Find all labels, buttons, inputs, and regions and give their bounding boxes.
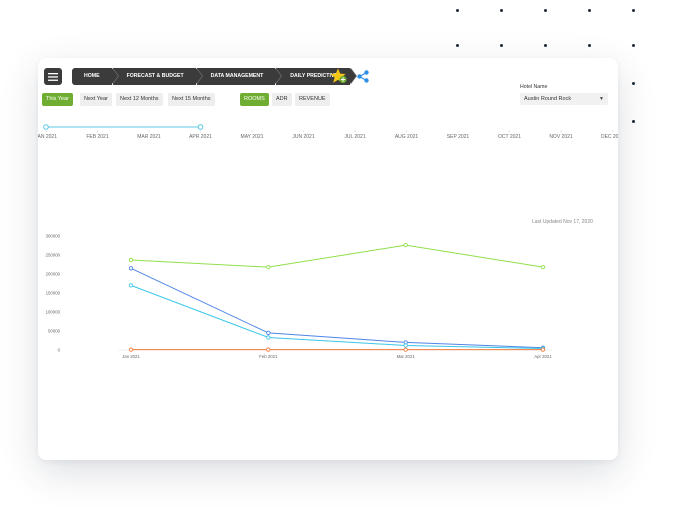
y-tick-label: 250000 (46, 253, 61, 258)
timeline-month-label: MAY 2021 (241, 134, 264, 140)
timeline-month-label: SEP 2021 (447, 134, 470, 140)
dot (456, 44, 459, 47)
dot (544, 44, 547, 47)
series-point-3 (540, 347, 546, 352)
menu-button[interactable] (44, 68, 62, 85)
last-updated-text: Last Updated Nov 17, 2020 (532, 219, 593, 225)
series-line-2 (130, 284, 544, 349)
metric-rooms[interactable]: ROOMS (240, 93, 269, 106)
y-tick-label: 100000 (46, 310, 61, 315)
filter-next-year[interactable]: Next Year (80, 93, 112, 106)
timeline-month-label: APR 2021 (189, 134, 212, 140)
breadcrumb-forecast-budget[interactable]: FORECAST & BUDGET (112, 68, 203, 85)
x-tick-label: Feb 2021 (259, 354, 278, 359)
metric-adr[interactable]: ADR (272, 93, 292, 106)
timeline-range-handle[interactable] (197, 124, 204, 130)
hotel-name-label: Hotel Name (520, 84, 548, 90)
x-tick-label: Apr 2021 (534, 354, 552, 359)
series-point-3 (266, 347, 271, 352)
timeline-month-label: OCT 2021 (498, 134, 521, 140)
timeline-month-label: JAN 2021 (38, 134, 57, 140)
y-tick-label: 0 (58, 348, 61, 353)
timeline-month-label: FEB 2021 (86, 134, 108, 140)
y-tick-label: 50000 (48, 329, 61, 334)
series-point-2 (403, 343, 408, 348)
timeline-range-handle[interactable] (43, 124, 49, 130)
timeline-month-label: NOV 2021 (549, 134, 573, 140)
dot (632, 9, 635, 12)
filter-this-year[interactable]: This Year (42, 93, 73, 106)
dot (456, 9, 459, 12)
x-tick-label: Jan 2021 (122, 354, 140, 359)
series-point-1 (266, 330, 271, 336)
breadcrumb: HOME FORECAST & BUDGET DATA MANAGEMENT D… (72, 68, 357, 85)
series-point-0 (403, 242, 408, 248)
dashboard-card: HOME FORECAST & BUDGET DATA MANAGEMENT D… (38, 58, 618, 460)
metric-revenue[interactable]: REVENUE (295, 93, 330, 106)
series-line-0 (130, 244, 544, 268)
dot (632, 120, 635, 123)
breadcrumb-data-management[interactable]: DATA MANAGEMENT (196, 68, 282, 85)
series-point-0 (266, 265, 271, 270)
dot (588, 44, 591, 47)
timeline-month-label: JUL 2021 (344, 134, 365, 140)
series-line-1 (130, 267, 544, 349)
hamburger-icon (48, 72, 58, 81)
y-tick-label: 150000 (46, 291, 61, 296)
dot (544, 9, 547, 12)
filter-next-15-months[interactable]: Next 15 Months (168, 93, 215, 106)
dot (500, 9, 503, 12)
favorite-star-icon[interactable] (330, 68, 348, 85)
timeline-month-label: DEC 2021 (601, 134, 618, 140)
series-point-2 (128, 283, 134, 288)
chevron-down-icon: ▼ (599, 96, 604, 102)
series-point-2 (266, 335, 271, 340)
timeline-month-label: AUG 2021 (395, 134, 419, 140)
y-tick-label: 200000 (46, 272, 61, 277)
timeline-month-label: MAR 2021 (137, 134, 161, 140)
hotel-select-value: Austin Round Rock (524, 96, 572, 102)
x-tick-label: Mar 2021 (397, 354, 416, 359)
filter-next-12-months[interactable]: Next 12 Months (116, 93, 163, 106)
series-point-0 (540, 265, 546, 270)
dot (588, 9, 591, 12)
series-point-1 (128, 266, 134, 271)
series-point-0 (128, 257, 134, 263)
dot (500, 44, 503, 47)
timeline-month-label: JUN 2021 (292, 134, 314, 140)
dot (632, 82, 635, 85)
hotel-select[interactable]: Austin Round Rock ▼ (520, 93, 608, 105)
rooms-line-chart: 300000 250000 200000 150000 100000 50000 0 Jan … (46, 234, 553, 359)
breadcrumb-home[interactable]: HOME (72, 68, 119, 85)
share-icon[interactable] (357, 70, 369, 83)
series-point-3 (128, 347, 134, 352)
month-timeline-slider[interactable]: JAN 2021 FEB 2021 MAR 2021 APR 2021 MAY 2021… (38, 120, 618, 144)
series-point-3 (403, 347, 408, 352)
y-tick-label: 300000 (46, 234, 61, 239)
dot (632, 44, 635, 47)
